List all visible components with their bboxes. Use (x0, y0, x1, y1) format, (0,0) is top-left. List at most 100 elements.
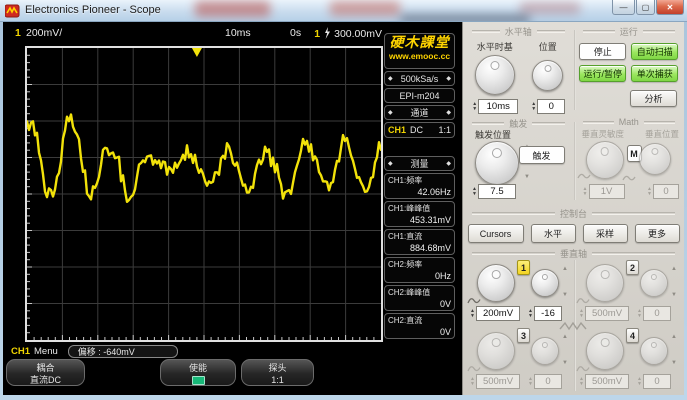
ch4-volts-knob[interactable] (586, 332, 624, 370)
trigger-group: 触发 触发位置 ▲▼ 触发 ▲▼ 7.5 (463, 114, 574, 204)
ch4-vertical-group: 4 ▲▼ ▲▼ 500mV ▲▼ 0 (576, 328, 680, 392)
trigger-section-header: 触发 (509, 117, 527, 130)
ch1-position-spinner[interactable]: ▲▼ -16 (527, 306, 562, 321)
menu-label: Menu (34, 346, 58, 357)
more-button[interactable]: 更多 (635, 224, 680, 243)
window-title: Electronics Pioneer - Scope (25, 4, 161, 16)
sampling-button[interactable]: 采样 (583, 224, 628, 243)
spinner-arrows[interactable]: ▲▼ (646, 184, 653, 199)
close-button[interactable]: ✕ (656, 0, 684, 15)
ch4-volts-spinner[interactable]: ▲▼ 500mV (578, 374, 629, 389)
spinner-arrows[interactable]: ▲▼ (578, 374, 585, 389)
trigger-channel: 1 (314, 28, 320, 40)
control-panel: 水平轴 水平时基 ▲▼ 10ms 位置 (462, 22, 684, 395)
spinner-arrows[interactable]: ▲▼ (636, 374, 643, 389)
math-sensitivity-knob[interactable] (586, 141, 624, 179)
ch3-position-value[interactable]: 0 (534, 374, 562, 389)
measurement-item: CH1:频率 42.06Hz (384, 173, 455, 199)
trigger-position-value[interactable]: 7.5 (478, 184, 516, 199)
channel-number: 1 (15, 27, 21, 39)
spinner-arrows[interactable]: ▲▼ (527, 374, 534, 389)
trigger-position-label: 触发位置 (475, 128, 511, 141)
ch1-volts-knob[interactable] (477, 264, 515, 302)
ch2-volts-knob[interactable] (586, 264, 624, 302)
spinner-arrows[interactable]: ▲▼ (469, 306, 476, 321)
channel-status-row[interactable]: CH1 DC 1:1 (384, 122, 455, 138)
trigger-button[interactable]: 触发 (519, 146, 565, 164)
auto-scan-button[interactable]: 自动扫描 (631, 43, 678, 60)
background-window-artifact (520, 2, 580, 14)
analyze-button[interactable]: 分析 (630, 90, 677, 107)
coupling-button[interactable]: 耦合 直流DC (6, 359, 85, 386)
timebase-knob[interactable] (475, 55, 515, 95)
timebase-spinner[interactable]: ▲▼ 10ms (471, 99, 518, 114)
ch1-position-knob[interactable] (531, 269, 559, 297)
minimize-button[interactable]: — (612, 0, 635, 15)
cursors-button[interactable]: Cursors (468, 224, 524, 243)
app-window: Electronics Pioneer - Scope — ▢ ✕ 1 200m… (0, 0, 687, 400)
h-position-value[interactable]: 0 (537, 99, 565, 114)
ch1-position-value[interactable]: -16 (534, 306, 562, 321)
math-position-knob[interactable] (639, 143, 671, 175)
vertical-section-header: 垂直轴 (560, 247, 587, 260)
spinner-arrows[interactable]: ▲▼ (527, 306, 534, 321)
ch2-position-spinner[interactable]: ▲▼ 0 (636, 306, 671, 321)
ch2-volts-spinner[interactable]: ▲▼ 500mV (578, 306, 629, 321)
section-vertical: 垂直轴 1 ▲▼ ▲▼ 200mV (463, 244, 684, 395)
window-controls: — ▢ ✕ (611, 0, 684, 15)
maximize-button[interactable]: ▢ (636, 0, 655, 15)
math-position-spinner[interactable]: ▲▼ 0 (646, 184, 679, 199)
ch2-badge[interactable]: 2 (626, 260, 639, 275)
ch2-position-knob[interactable] (640, 269, 668, 297)
single-capture-button[interactable]: 单次捕获 (631, 65, 678, 82)
ch1-volts-spinner[interactable]: ▲▼ 200mV (469, 306, 520, 321)
run-pause-button[interactable]: 运行/暂停 (579, 65, 626, 82)
waveform-svg (27, 48, 381, 340)
ch4-position-spinner[interactable]: ▲▼ 0 (636, 374, 671, 389)
background-window-artifact (195, 1, 270, 17)
ch4-position-knob[interactable] (640, 337, 668, 365)
horizontal-section-header: 水平轴 (505, 25, 532, 38)
probe-button[interactable]: 探头 1:1 (241, 359, 314, 386)
ch3-position-knob[interactable] (531, 337, 559, 365)
spinner-arrows[interactable]: ▲▼ (471, 99, 478, 114)
horizontal-button[interactable]: 水平 (531, 224, 576, 243)
h-position-spinner[interactable]: ▲▼ 0 (530, 99, 565, 114)
timebase-value[interactable]: 10ms (478, 99, 518, 114)
ch4-position-value[interactable]: 0 (643, 374, 671, 389)
spinner-arrows[interactable]: ▲▼ (471, 184, 478, 199)
h-position-knob[interactable] (532, 60, 563, 91)
ch4-badge[interactable]: 4 (626, 328, 639, 343)
ch3-volts-spinner[interactable]: ▲▼ 500mV (469, 374, 520, 389)
math-position-value[interactable]: 0 (653, 184, 679, 199)
knob-arrows: ▲▼ (671, 334, 677, 366)
measurement-item: CH2:峰峰值 0V (384, 285, 455, 311)
trigger-position-spinner[interactable]: ▲▼ 7.5 (471, 184, 516, 199)
ch3-badge[interactable]: 3 (517, 328, 530, 343)
ch4-volts-value[interactable]: 500mV (585, 374, 629, 389)
math-section-header: Math (619, 117, 639, 127)
spinner-arrows[interactable]: ▲▼ (578, 306, 585, 321)
ch1-badge[interactable]: 1 (517, 260, 530, 275)
measurement-item: CH1:峰峰值 453.31mV (384, 201, 455, 227)
spinner-arrows[interactable]: ▲▼ (530, 99, 537, 114)
wave-icon (576, 296, 590, 305)
ch3-position-spinner[interactable]: ▲▼ 0 (527, 374, 562, 389)
offset-readout[interactable]: 偏移 : -640mV (68, 345, 178, 358)
spinner-arrows[interactable]: ▲▼ (469, 374, 476, 389)
spinner-arrows[interactable]: ▲▼ (636, 306, 643, 321)
ch1-volts-value[interactable]: 200mV (476, 306, 520, 321)
trigger-position-knob[interactable] (475, 141, 519, 185)
ch2-position-value[interactable]: 0 (643, 306, 671, 321)
channel-probe: 1:1 (438, 125, 451, 135)
math-sensitivity-spinner[interactable]: ▲▼ 1V (582, 184, 625, 199)
enable-button[interactable]: 使能 (160, 359, 236, 386)
channel-menu-row: CH1 Menu 偏移 : -640mV (11, 344, 178, 358)
ch3-volts-value[interactable]: 500mV (476, 374, 520, 389)
math-sensitivity-value[interactable]: 1V (589, 184, 625, 199)
ch2-volts-value[interactable]: 500mV (585, 306, 629, 321)
spinner-arrows[interactable]: ▲▼ (582, 184, 589, 199)
ch3-volts-knob[interactable] (477, 332, 515, 370)
stop-button[interactable]: 停止 (579, 43, 626, 60)
menu-channel: CH1 (11, 346, 30, 357)
